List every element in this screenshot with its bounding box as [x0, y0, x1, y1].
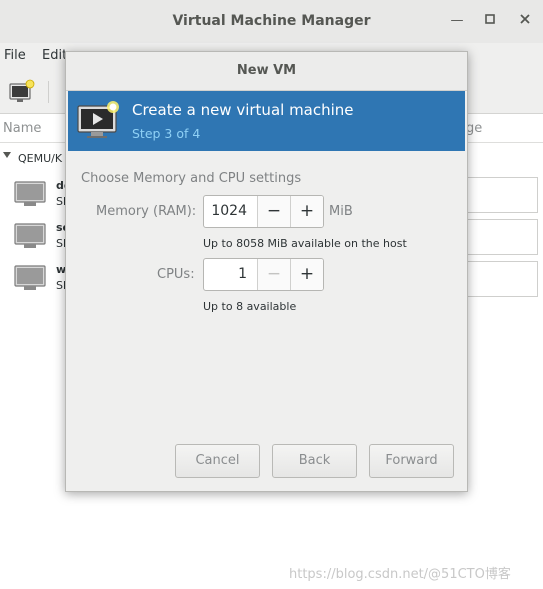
- memory-decrement-button[interactable]: −: [257, 196, 290, 227]
- main-titlebar: Virtual Machine Manager —: [0, 0, 543, 44]
- menu-edit[interactable]: Edit: [42, 48, 67, 63]
- wizard-title: Create a new virtual machine: [132, 101, 354, 119]
- vm-usage-graph: [466, 261, 538, 297]
- vm-monitor-icon: [14, 222, 46, 250]
- cpus-hint: Up to 8 available: [203, 300, 297, 313]
- memory-label: Memory (RAM):: [96, 204, 197, 219]
- watermark: https://blog.csdn.net/@51CTO博客: [289, 567, 511, 582]
- vm-usage-graph: [466, 177, 538, 213]
- cpus-increment-button[interactable]: +: [290, 259, 323, 290]
- cpus-spinbutton: 1 − +: [203, 258, 324, 291]
- forward-button[interactable]: Forward: [369, 444, 454, 478]
- column-name[interactable]: Name: [3, 121, 41, 136]
- back-button[interactable]: Back: [272, 444, 357, 478]
- menu-file[interactable]: File: [4, 48, 26, 63]
- cpus-value: 1: [238, 266, 247, 282]
- close-icon[interactable]: [515, 11, 535, 31]
- minimize-icon[interactable]: —: [447, 11, 467, 31]
- cpus-label: CPUs:: [157, 267, 195, 282]
- connection-label: QEMU/K: [18, 152, 63, 165]
- maximize-icon[interactable]: [480, 11, 500, 31]
- dialog-title: New VM: [236, 63, 297, 78]
- wizard-header: Create a new virtual machine Step 3 of 4: [68, 91, 465, 151]
- memory-input[interactable]: 1024: [204, 196, 256, 227]
- wizard-step: Step 3 of 4: [132, 126, 201, 141]
- memory-unit: MiB: [329, 204, 353, 219]
- column-usage[interactable]: ge: [466, 121, 482, 136]
- new-vm-icon: [76, 100, 120, 140]
- memory-hint: Up to 8058 MiB available on the host: [203, 237, 407, 250]
- memory-value: 1024: [211, 203, 247, 219]
- cpus-decrement-button[interactable]: −: [257, 259, 290, 290]
- expander-arrow-icon[interactable]: [3, 152, 11, 158]
- section-title: Choose Memory and CPU settings: [81, 171, 302, 186]
- new-vm-dialog: New VM Create a new virtual machine Step…: [65, 51, 468, 492]
- vm-monitor-icon: [14, 264, 46, 292]
- new-vm-toolbar-icon[interactable]: [8, 79, 36, 105]
- memory-increment-button[interactable]: +: [290, 196, 323, 227]
- cpus-input[interactable]: 1: [204, 259, 256, 290]
- vm-monitor-icon: [14, 180, 46, 208]
- dialog-titlebar[interactable]: New VM: [66, 52, 467, 91]
- toolbar-separator: [48, 81, 49, 103]
- vm-usage-graph: [466, 219, 538, 255]
- cancel-button[interactable]: Cancel: [175, 444, 260, 478]
- memory-spinbutton: 1024 − +: [203, 195, 324, 228]
